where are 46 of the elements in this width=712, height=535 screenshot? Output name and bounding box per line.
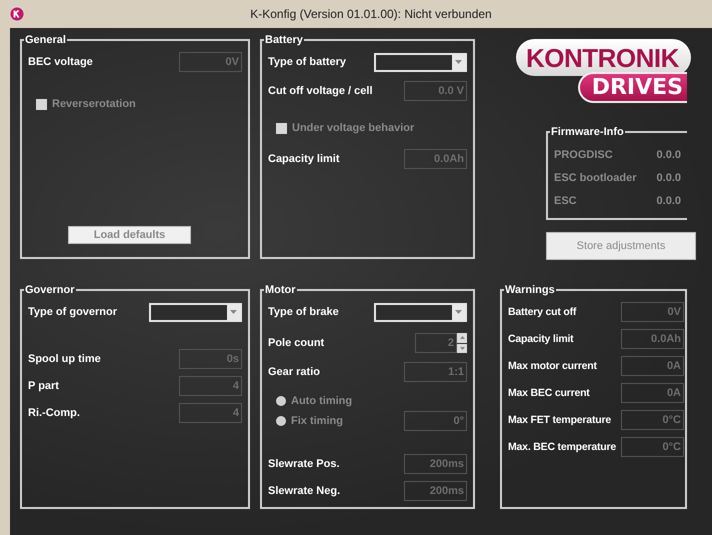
info-label: ESC bbox=[554, 195, 577, 207]
logo-tag: DRIVES bbox=[578, 72, 687, 103]
group-title: Battery bbox=[264, 34, 304, 46]
dropdown[interactable] bbox=[374, 302, 467, 322]
field-label: Gear ratio bbox=[268, 366, 320, 378]
radio-label: Fix timing bbox=[291, 415, 343, 427]
version-value: 0.0.0 bbox=[656, 149, 681, 161]
app-icon[interactable] bbox=[10, 7, 24, 21]
caret-icon bbox=[455, 310, 462, 314]
group-title: Governor bbox=[24, 284, 76, 296]
field-label: Pole count bbox=[268, 337, 324, 349]
group-title: Warnings bbox=[504, 284, 556, 296]
info-label: PROGDISC bbox=[554, 149, 613, 161]
version-value: 0.0.0 bbox=[656, 172, 681, 184]
field-label: Max BEC current bbox=[508, 387, 590, 399]
field-label: Battery cut off bbox=[508, 306, 576, 318]
window-title: K-Konfig (Version 01.01.00): Nicht verbunden bbox=[249, 7, 493, 21]
field-label: Slewrate Pos. bbox=[268, 458, 340, 470]
field-label: Type of governor bbox=[28, 306, 118, 318]
radio-label: Auto timing bbox=[291, 395, 352, 407]
spin-buttons[interactable] bbox=[457, 333, 467, 353]
checkbox-label: Reverserotation bbox=[52, 98, 136, 110]
logo-wordmark: KONTRONIK bbox=[516, 39, 691, 76]
info-label: ESC bootloader bbox=[554, 172, 637, 184]
caret-icon bbox=[230, 310, 237, 314]
field-label: Ri.-Comp. bbox=[28, 407, 80, 419]
field-label: P part bbox=[28, 380, 59, 392]
field-label: Max. BEC temperature bbox=[508, 441, 616, 453]
group-title: Firmware-Info bbox=[550, 126, 625, 138]
field-label: Type of battery bbox=[268, 56, 346, 68]
caret-icon bbox=[455, 60, 462, 64]
field-label: Max motor current bbox=[508, 360, 597, 372]
field-label: Slewrate Neg. bbox=[268, 485, 340, 497]
field-label: Capacity limit bbox=[508, 333, 574, 345]
group-title: Motor bbox=[264, 284, 297, 296]
field-label: BEC voltage bbox=[28, 56, 93, 68]
field-label: Spool up time bbox=[28, 353, 101, 365]
dropdown[interactable] bbox=[374, 52, 467, 72]
field-label: Type of brake bbox=[268, 306, 339, 318]
group-title: General bbox=[24, 34, 67, 46]
field-label: Cut off voltage / cell bbox=[268, 85, 373, 97]
field-label: Capacity limit bbox=[268, 153, 340, 165]
version-value: 0.0.0 bbox=[656, 195, 681, 207]
field-label: Max FET temperature bbox=[508, 414, 611, 426]
dropdown[interactable] bbox=[149, 302, 242, 322]
checkbox-label: Under voltage behavior bbox=[292, 122, 414, 134]
